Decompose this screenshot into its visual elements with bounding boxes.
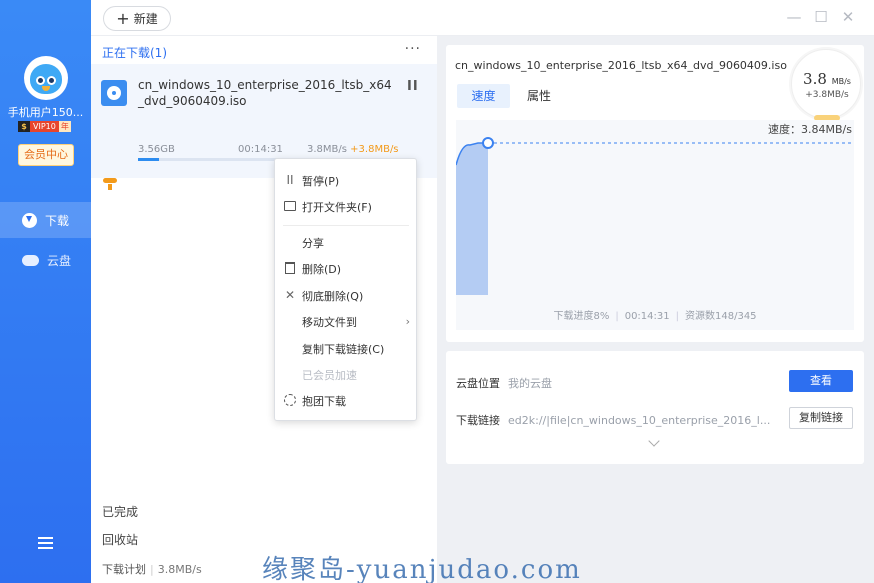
maximize-button[interactable]: ☐ (813, 9, 829, 25)
download-plan-rate: 3.8MB/s (157, 563, 202, 576)
speed-current-point (482, 137, 494, 149)
vip-level: VIP10 (30, 121, 59, 132)
cloud-location-row: 云盘位置 我的云盘 (456, 375, 552, 391)
download-plan-label: 下载计划 (102, 563, 146, 576)
trash-icon (285, 262, 295, 274)
nav-cloud-drive[interactable]: 云盘 (0, 242, 91, 278)
pause-icon: II (286, 173, 294, 187)
menu-item-pause[interactable]: II 暂停(P) (275, 169, 416, 193)
download-link-value: ed2k://|file|cn_windows_10_enterprise_20… (508, 414, 771, 427)
view-button[interactable]: 查看 (789, 370, 853, 392)
username[interactable]: 手机用户150... (0, 104, 91, 120)
download-plan[interactable]: 下载计划 | 3.8MB/s (102, 561, 202, 577)
tab-properties[interactable]: 属性 (521, 84, 557, 108)
beak-icon (42, 86, 50, 91)
detail-file-name: cn_windows_10_enterprise_2016_ltsb_x64_d… (455, 59, 787, 72)
task-speed: 3.8MB/s +3.8MB/s (307, 144, 399, 155)
menu-item-share-label: 分享 (302, 237, 324, 250)
accelerate-icon[interactable] (103, 175, 119, 191)
menu-item-move-file[interactable]: 移动文件到 › (275, 310, 416, 334)
pause-button[interactable]: II (407, 79, 419, 94)
menu-item-group-download-label: 抱团下载 (302, 395, 346, 408)
speed-gauge-number: 3.8 (803, 70, 827, 88)
recycle-bin-link[interactable]: 回收站 (102, 531, 138, 548)
eye-icon (36, 76, 45, 85)
speed-area-fill (456, 143, 488, 295)
context-menu: II 暂停(P) 打开文件夹(F) 分享 删除(D) ✕ 彻底删除(Q) 移动文… (274, 158, 417, 421)
chevron-right-icon: › (405, 315, 410, 328)
speed-gauge-unit: MB/s (831, 77, 851, 86)
download-time-text: 00:14:31 (624, 311, 670, 322)
menu-item-open-folder[interactable]: 打开文件夹(F) (275, 195, 416, 219)
nav-download-label: 下载 (45, 213, 70, 228)
completed-link[interactable]: 已完成 (102, 503, 138, 520)
close-button[interactable]: ✕ (840, 9, 856, 25)
footer-separator: | (675, 311, 679, 322)
cloud-location-value: 我的云盘 (508, 377, 552, 390)
watermark: 缘聚岛-yuanjudao.com (262, 555, 582, 583)
new-task-button[interactable]: + 新建 (103, 6, 171, 31)
chart-footer: 下载进度8% | 00:14:31 | 资源数148/345 (446, 307, 864, 322)
chevron-down-icon[interactable] (648, 435, 660, 447)
nav-download[interactable]: 下载 (0, 202, 91, 238)
vip-year: 年 (58, 121, 71, 132)
cloud-location-label: 云盘位置 (456, 377, 500, 390)
download-link-row: 下载链接 ed2k://|file|cn_windows_10_enterpris… (456, 412, 770, 428)
task-accel-speed: +3.8MB/s (350, 144, 399, 155)
bird-icon (30, 64, 62, 94)
close-icon: ✕ (284, 288, 296, 302)
vip-badge[interactable]: $ VIP10 年 (18, 121, 71, 132)
speed-gauge-value: 3.8 MB/s (792, 70, 862, 88)
task-file-name: cn_windows_10_enterprise_2016_ltsb_x64_d… (138, 78, 392, 108)
tab-speed[interactable]: 速度 (457, 84, 510, 108)
download-link-label: 下载链接 (456, 414, 500, 427)
menu-divider (283, 225, 409, 226)
nav-cloud-label: 云盘 (47, 253, 72, 268)
speed-chart (456, 137, 854, 295)
menu-item-delete-label: 删除(D) (302, 263, 342, 276)
task-remaining-time: 00:14:31 (238, 144, 283, 155)
minimize-button[interactable]: — (786, 9, 802, 25)
download-progress-text: 下载进度8% (553, 311, 610, 322)
menu-item-member-accelerated-label: 已会员加速 (302, 369, 357, 382)
task-speed-value: 3.8MB/s (307, 144, 347, 155)
menu-item-copy-link[interactable]: 复制下载链接(C) (275, 337, 416, 361)
menu-item-share[interactable]: 分享 (275, 231, 416, 255)
menu-item-delete-permanently[interactable]: ✕ 彻底删除(Q) (275, 284, 416, 308)
sidebar: 手机用户150... $ VIP10 年 会员中心 下载 云盘 (0, 0, 91, 583)
plan-separator: | (150, 563, 154, 576)
menu-item-delete[interactable]: 删除(D) (275, 257, 416, 281)
menu-item-group-download[interactable]: 抱团下载 (275, 389, 416, 413)
speed-gauge-accel: +3.8MB/s (805, 90, 849, 100)
download-sources-text: 资源数148/345 (685, 311, 757, 322)
menu-item-member-accelerated: 已会员加速 (275, 363, 416, 387)
task-progress-fill (138, 158, 159, 161)
footer-separator: | (615, 311, 619, 322)
cloud-info-panel: 云盘位置 我的云盘 查看 下载链接 ed2k://|file|cn_windows_… (446, 351, 864, 464)
menu-item-open-folder-label: 打开文件夹(F) (302, 201, 372, 214)
speed-gauge: 3.8 MB/s +3.8MB/s (791, 49, 862, 121)
vip-s-icon: $ (18, 121, 30, 132)
hamburger-menu-icon[interactable] (38, 537, 53, 549)
new-task-label: 新建 (133, 12, 158, 26)
copy-link-button[interactable]: 复制链接 (789, 407, 853, 429)
plus-icon: + (116, 8, 130, 28)
cloud-icon (22, 254, 39, 266)
task-detail-panel: cn_windows_10_enterprise_2016_ltsb_x64_d… (446, 45, 864, 342)
eye-icon (47, 76, 56, 85)
more-options-icon[interactable]: ··· (405, 41, 421, 57)
menu-item-delete-permanently-label: 彻底删除(Q) (302, 290, 364, 303)
menu-item-copy-link-label: 复制下载链接(C) (302, 343, 385, 356)
menu-item-move-file-label: 移动文件到 (302, 316, 357, 329)
task-size: 3.56GB (138, 144, 175, 155)
download-icon (22, 212, 37, 228)
group-download-icon (284, 394, 296, 406)
member-center-button[interactable]: 会员中心 (18, 144, 74, 166)
downloading-section-title[interactable]: 正在下载(1) (102, 44, 167, 61)
user-avatar[interactable] (24, 56, 68, 100)
folder-icon (284, 201, 296, 211)
iso-file-icon (101, 80, 127, 106)
top-bar: + 新建 — ☐ ✕ (91, 0, 874, 36)
menu-item-pause-label: 暂停(P) (302, 175, 340, 188)
